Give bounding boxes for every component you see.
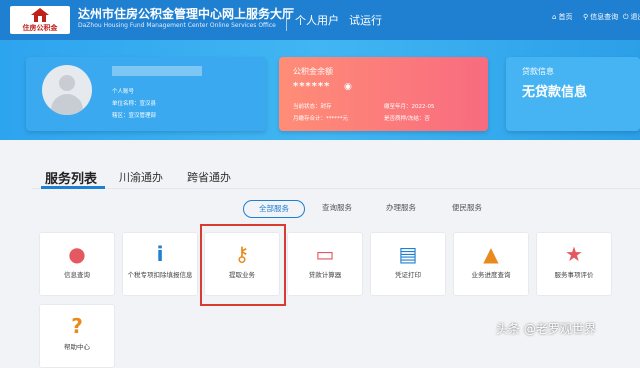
tab-cross-province[interactable]: 跨省通办 bbox=[187, 169, 231, 185]
info-icon: i bbox=[156, 242, 164, 266]
loan-status: 无贷款信息 bbox=[522, 85, 588, 100]
unit-label: 单位名称：宣汉县 bbox=[112, 101, 157, 107]
info-query-link-label: 信息查询 bbox=[590, 13, 619, 21]
filter-handling-services[interactable]: 办理服务 bbox=[386, 200, 416, 216]
avatar-head bbox=[59, 75, 75, 91]
tile-tax-deduction-info[interactable]: i 个税专项扣除填报信息 bbox=[122, 232, 198, 296]
filter-convenience-services[interactable]: 便民服务 bbox=[452, 200, 482, 216]
tile-label: 凭证打印 bbox=[395, 271, 421, 279]
logout-link[interactable]: ⏻ 退出 bbox=[623, 12, 640, 22]
help-icon: ? bbox=[71, 314, 83, 338]
logout-icon: ⏻ bbox=[623, 12, 629, 21]
nav-personal-user[interactable]: 个人用户 bbox=[295, 12, 339, 28]
tile-service-evaluation[interactable]: ★ 服务事项评价 bbox=[536, 232, 612, 296]
logo[interactable]: 住房公积金 bbox=[10, 6, 70, 34]
tile-loan-calculator[interactable]: ▭ 贷款计算器 bbox=[287, 232, 363, 296]
account-label: 个人账号 bbox=[112, 89, 135, 95]
fund-paid-until: 缴至年月：2022-05 bbox=[384, 104, 435, 110]
tile-info-query[interactable]: ● 信息查询 bbox=[39, 232, 115, 296]
filter-query-services[interactable]: 查询服务 bbox=[322, 200, 352, 216]
user-info-card: 个人账号 单位名称：宣汉县 辖区：宣汉管理部 bbox=[26, 57, 266, 131]
logo-text: 住房公积金 bbox=[22, 24, 58, 32]
loan-card-title: 贷款信息 bbox=[522, 67, 554, 76]
top-header: 住房公积金 达州市住房公积金管理中心网上服务大厅 DaZhou Housing … bbox=[0, 0, 640, 40]
printer-icon: ▤ bbox=[398, 242, 418, 266]
active-tab-indicator bbox=[41, 186, 105, 189]
search-icon: ⚲ bbox=[583, 13, 589, 21]
fund-card-title: 公积金余额 bbox=[293, 67, 333, 76]
eye-icon[interactable]: ◉ bbox=[344, 82, 352, 92]
tile-label: 个税专项扣除填报信息 bbox=[127, 271, 193, 279]
fund-frozen: 是否质押/冻结：否 bbox=[384, 116, 430, 122]
fund-balance-card: 公积金余额 ****** ◉ 当前状态：封存 缴至年月：2022-05 月缴存合… bbox=[279, 57, 488, 131]
logo-mark-icon bbox=[31, 8, 49, 22]
user-icon: ● bbox=[68, 242, 86, 266]
fund-amount: ****** bbox=[293, 81, 331, 92]
home-link-label: 首页 bbox=[558, 13, 573, 21]
avatar-body bbox=[51, 94, 83, 115]
site-subtitle: DaZhou Housing Fund Management Center On… bbox=[78, 22, 276, 29]
tile-label: 业务进度查询 bbox=[471, 271, 511, 279]
loan-info-card: 贷款信息 无贷款信息 bbox=[506, 57, 640, 131]
home-link[interactable]: ⌂ 首页 bbox=[552, 12, 572, 22]
avatar bbox=[42, 65, 92, 115]
home-icon: ⌂ bbox=[552, 13, 557, 21]
fund-monthly: 月缴存合计：******元 bbox=[293, 116, 349, 122]
tab-sichuan-chongqing[interactable]: 川渝通办 bbox=[119, 169, 163, 185]
masked-user-name bbox=[112, 66, 202, 76]
fund-status: 当前状态：封存 bbox=[293, 104, 332, 110]
tile-label: 帮助中心 bbox=[64, 343, 90, 351]
tile-label: 服务事项评价 bbox=[554, 271, 594, 279]
document-icon: ▭ bbox=[315, 242, 335, 266]
tile-label: 信息查询 bbox=[64, 271, 90, 279]
watermark: 头条 @老罗观世界 bbox=[496, 322, 596, 336]
withdrawal-highlight-box bbox=[200, 224, 286, 306]
header-divider bbox=[286, 9, 287, 31]
tile-help-center[interactable]: ? 帮助中心 bbox=[39, 304, 115, 368]
nav-trial-run[interactable]: 试运行 bbox=[349, 12, 382, 28]
star-icon: ★ bbox=[565, 242, 583, 266]
tabs-divider bbox=[32, 188, 640, 189]
tile-progress-query[interactable]: ▲ 业务进度查询 bbox=[453, 232, 529, 296]
branch-label: 辖区：宣汉管理部 bbox=[112, 113, 157, 119]
road-icon: ▲ bbox=[483, 242, 499, 266]
tile-voucher-print[interactable]: ▤ 凭证打印 bbox=[370, 232, 446, 296]
info-query-link[interactable]: ⚲ 信息查询 bbox=[583, 12, 618, 22]
logout-link-label: 退出 bbox=[630, 13, 640, 21]
tile-label: 贷款计算器 bbox=[308, 271, 342, 279]
filter-all-services[interactable]: 全部服务 bbox=[243, 200, 305, 218]
site-title: 达州市住房公积金管理中心网上服务大厅 bbox=[78, 7, 295, 21]
tab-service-list[interactable]: 服务列表 bbox=[45, 168, 97, 187]
